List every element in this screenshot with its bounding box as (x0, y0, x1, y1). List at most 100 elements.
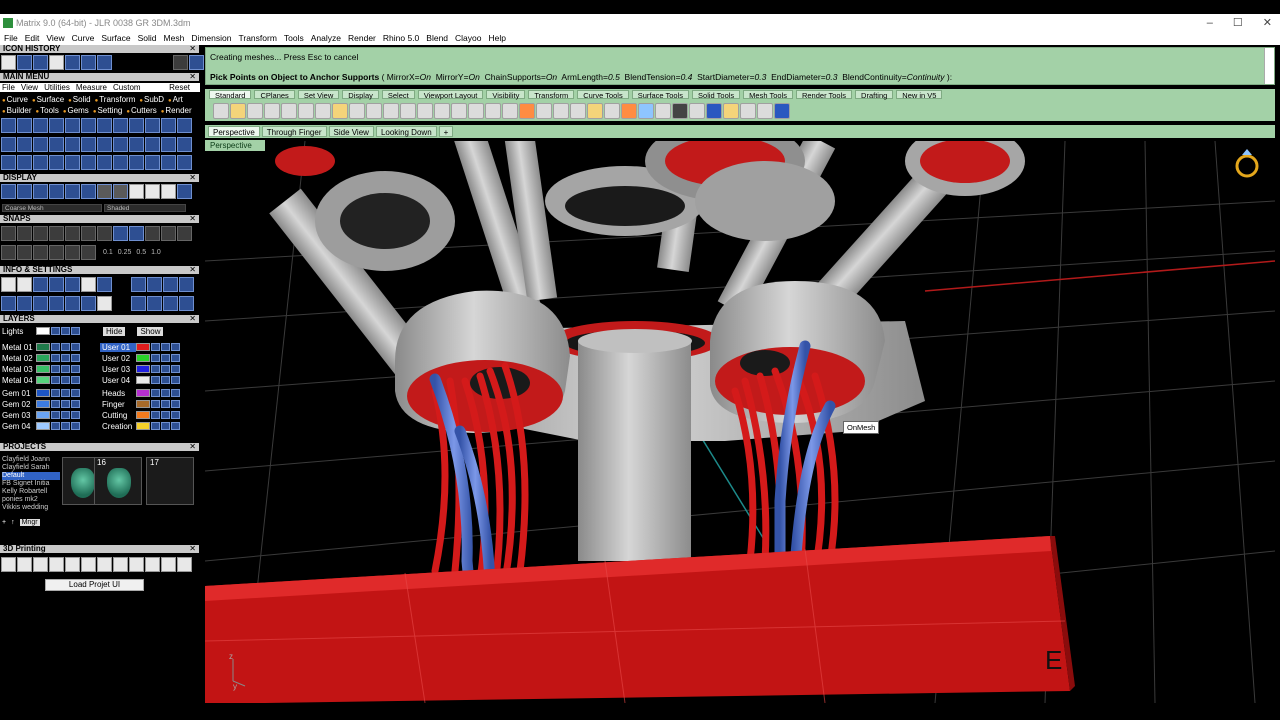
layer-visible-icon[interactable] (51, 400, 60, 408)
curve-tool-icon-8[interactable] (145, 118, 160, 133)
snap-quad-icon[interactable] (129, 226, 144, 241)
layer-lock-icon[interactable] (161, 411, 170, 419)
layer-visible-icon[interactable] (51, 354, 60, 362)
layer-lock-icon[interactable] (61, 354, 70, 362)
save-icon[interactable] (247, 102, 263, 119)
curve-tool-icon-9[interactable] (161, 118, 176, 133)
snap-int-icon[interactable] (81, 226, 96, 241)
command-scrollbar[interactable] (1264, 48, 1274, 84)
transform-tool-icon-5[interactable] (65, 155, 80, 170)
ruler-icon[interactable] (519, 102, 535, 119)
layer-row[interactable]: User 02 (100, 353, 181, 363)
color-wheel-icon[interactable] (638, 102, 654, 119)
load-projet-ui-button[interactable]: Load Projet UI (45, 579, 144, 591)
add-viewport-tab-icon[interactable]: + (438, 126, 454, 137)
layer-visible-icon[interactable] (151, 354, 160, 362)
snap-knot-icon[interactable] (145, 226, 160, 241)
snaps-header[interactable]: SNAPS ✕ (0, 215, 199, 223)
copy-icon[interactable] (281, 102, 297, 119)
toolbar-tab-render-tools[interactable]: Render Tools (795, 90, 853, 100)
layer-visible-icon[interactable] (51, 422, 60, 430)
layer-row[interactable]: User 01 (100, 342, 181, 352)
clipboard-icon[interactable] (315, 102, 331, 119)
hide-button[interactable]: Hide (103, 326, 126, 336)
edit-tool-icon-5[interactable] (65, 137, 80, 152)
pan-icon[interactable] (366, 102, 382, 119)
info-icon-11[interactable] (179, 277, 194, 292)
print-icon[interactable] (264, 102, 280, 119)
info-icon-8[interactable] (131, 277, 146, 292)
layer-select-icon[interactable] (71, 422, 80, 430)
layer-visible-icon[interactable] (51, 411, 60, 419)
command-prompt[interactable]: Pick Points on Object to Anchor Supports… (210, 72, 952, 82)
mm-file[interactable]: File (2, 83, 15, 92)
curve-tool-icon-3[interactable] (65, 118, 80, 133)
layer-select-icon[interactable] (71, 411, 80, 419)
transform-tool-icon-10[interactable] (145, 155, 160, 170)
mm-cutters[interactable]: Cutters (126, 106, 157, 115)
layer-row[interactable]: Metal 01 (0, 342, 81, 352)
tab-side-view[interactable]: Side View (328, 126, 374, 137)
minimize-icon[interactable]: – (1207, 17, 1213, 29)
toolbar-tab-viewport-layout[interactable]: Viewport Layout (417, 90, 484, 100)
menu-render[interactable]: Render (348, 33, 376, 43)
menu-solid[interactable]: Solid (138, 33, 157, 43)
projects-header[interactable]: PROJECTS ✕ (0, 443, 199, 451)
menu-help[interactable]: Help (489, 33, 506, 43)
layer-visible-icon[interactable] (151, 389, 160, 397)
layer-color-swatch[interactable] (136, 400, 150, 408)
history-icon-5[interactable] (65, 55, 80, 70)
layer-row[interactable]: Finger (100, 399, 181, 409)
info-icon-6[interactable] (81, 277, 96, 292)
layer-row[interactable]: Gem 02 (0, 399, 81, 409)
toolbar-tab-select[interactable]: Select (381, 90, 415, 100)
menu-view[interactable]: View (46, 33, 64, 43)
info-icon-14[interactable] (33, 296, 48, 311)
help-icon[interactable] (774, 102, 790, 119)
object-properties-icon[interactable] (570, 102, 586, 119)
info-settings-header[interactable]: INFO & SETTINGS ✕ (0, 266, 199, 274)
toolbar-tab-curve-tools[interactable]: Curve Tools (577, 90, 629, 100)
mm-art[interactable]: Art (168, 95, 183, 104)
up-project-icon[interactable]: ↑ (11, 519, 15, 526)
layer-select-icon[interactable] (71, 354, 80, 362)
mm-view[interactable]: View (21, 83, 38, 92)
layer-select-icon[interactable] (171, 376, 180, 384)
transform-tool-icon-1[interactable] (1, 155, 16, 170)
menu-tools[interactable]: Tools (284, 33, 304, 43)
undo-view-icon[interactable] (468, 102, 484, 119)
transform-tool-icon-6[interactable] (81, 155, 96, 170)
info-icon-19[interactable] (131, 296, 146, 311)
display-sphere-7-icon[interactable] (177, 184, 192, 199)
info-icon-12[interactable] (1, 296, 16, 311)
info-icon-4[interactable] (49, 277, 64, 292)
info-icon-10[interactable] (163, 277, 178, 292)
display-wire-icon[interactable] (1, 184, 16, 199)
circle-tool-icon-2[interactable] (17, 118, 32, 133)
layer-row[interactable]: Gem 01 (0, 388, 81, 398)
display-render-icon[interactable] (33, 184, 48, 199)
mngr-button[interactable]: Mngr (19, 519, 40, 526)
project-thumbnail-17[interactable]: 17 (146, 457, 194, 505)
curve-tool-icon-5[interactable] (97, 118, 112, 133)
curve-tool-icon-4[interactable] (81, 118, 96, 133)
display-shade-icon[interactable] (17, 184, 32, 199)
layer-row[interactable]: Metal 04 (0, 375, 81, 385)
info-icon-13[interactable] (17, 296, 32, 311)
layer-select-icon[interactable] (71, 400, 80, 408)
mm-curve[interactable]: Curve (2, 95, 28, 104)
smarttrack-icon[interactable] (65, 245, 80, 260)
layer-lock-icon[interactable] (161, 376, 170, 384)
dark-sphere-icon[interactable] (672, 102, 688, 119)
project-item[interactable]: FB Signet Initia (2, 480, 60, 488)
mm-measure[interactable]: Measure (76, 83, 107, 92)
info-icon-9[interactable] (147, 277, 162, 292)
cplane-icon[interactable] (502, 102, 518, 119)
cut-icon[interactable] (298, 102, 314, 119)
snap-near-icon[interactable] (17, 226, 32, 241)
transform-tool-icon-7[interactable] (97, 155, 112, 170)
blue-sphere-icon[interactable] (706, 102, 722, 119)
circle-tool-icon[interactable] (1, 118, 16, 133)
print-icon-11[interactable] (161, 557, 176, 572)
snap-value-4[interactable]: 1.0 (151, 249, 161, 256)
